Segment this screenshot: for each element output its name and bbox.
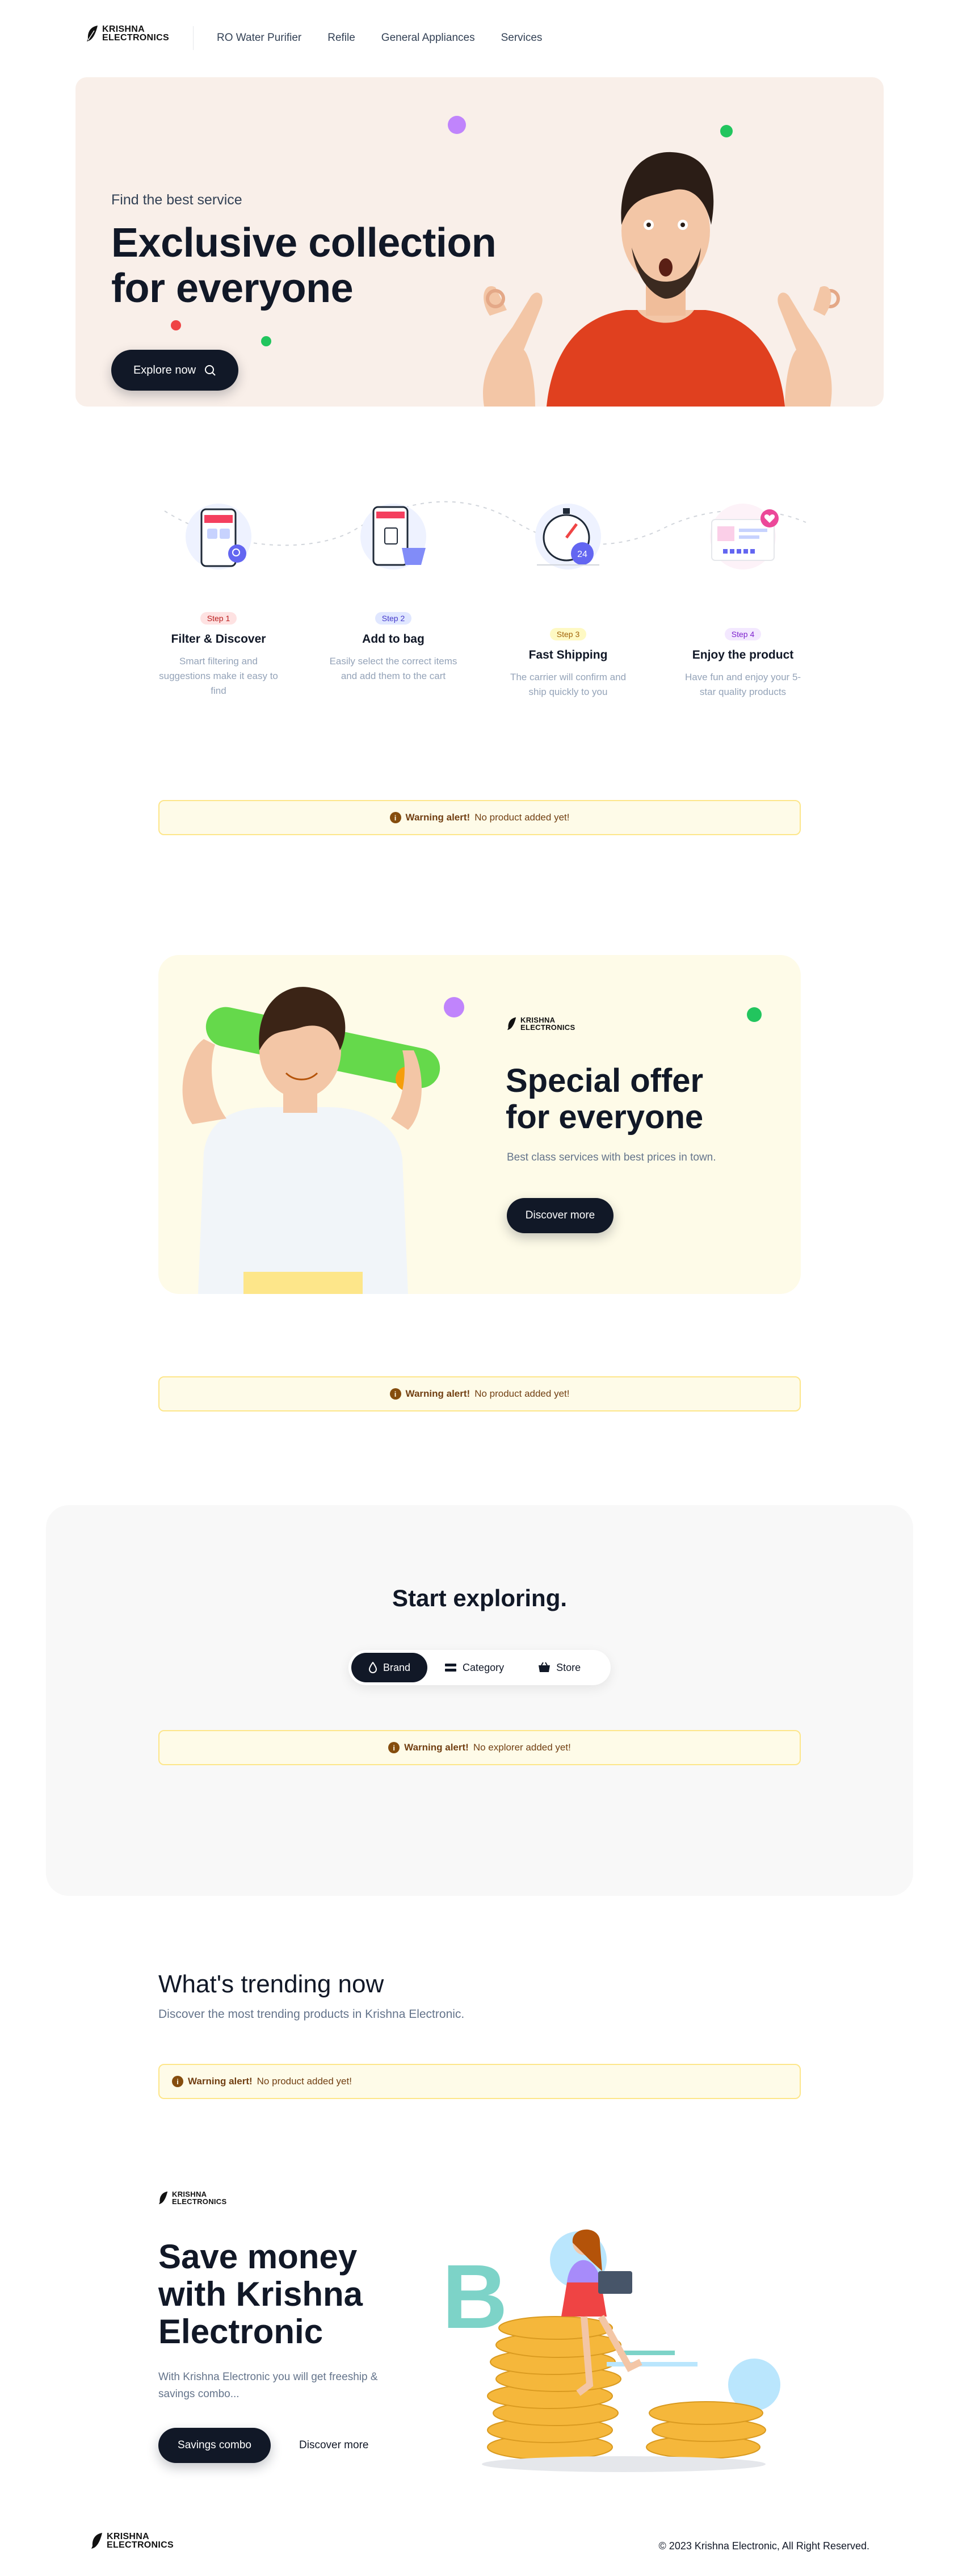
nav-services[interactable]: Services	[501, 32, 543, 44]
kid-skateboard-image	[182, 987, 440, 1294]
info-icon: i	[172, 2076, 183, 2087]
step-3: 24 Step 3 Fast Shipping The carrier will…	[503, 497, 633, 700]
step-4-title: Enjoy the product	[692, 648, 794, 661]
svg-text:24: 24	[577, 550, 587, 559]
explore-tabs: Brand Category Store	[348, 1650, 611, 1685]
header-divider	[193, 26, 194, 50]
decor-dot-red	[171, 320, 181, 330]
trending-subtitle: Discover the most trending products in K…	[158, 2008, 465, 2021]
info-icon: i	[389, 1388, 401, 1400]
step-4: Step 4 Enjoy the product Have fun and en…	[678, 497, 808, 700]
trending-title: What's trending now	[158, 1970, 384, 1998]
copyright: © 2023 Krishna Electronic, All Right Res…	[658, 2540, 869, 2552]
feather-logo-icon	[87, 26, 98, 41]
fast-shipping-illustration: 24	[535, 504, 601, 569]
step-1-badge: Step 1	[200, 612, 237, 625]
how-it-works: Step 1 Filter & Discover Smart filtering…	[0, 488, 958, 727]
tab-brand[interactable]: Brand	[351, 1653, 428, 1682]
step-1: Step 1 Filter & Discover Smart filtering…	[153, 497, 284, 698]
step-2-title: Add to bag	[362, 633, 425, 646]
store-icon	[539, 1662, 551, 1672]
trending-section: What's trending now Discover the most tr…	[158, 1970, 801, 2106]
site-header: KRISHNA ELECTRONICS RO Water Purifier Ref…	[0, 0, 958, 74]
category-icon	[445, 1664, 457, 1672]
add-to-bag-illustration	[360, 504, 426, 569]
warning-alert: i Warning alert! No product added yet!	[158, 1376, 801, 1411]
search-icon	[205, 365, 216, 376]
save-title: Save money with Krishna Electronic	[158, 2238, 363, 2351]
warning-alert-message: No product added yet!	[474, 1388, 570, 1399]
filter-discover-illustration	[186, 504, 251, 569]
hero-man-image	[483, 152, 840, 407]
brand-logo[interactable]: KRISHNA ELECTRONICS	[86, 24, 169, 43]
step-1-title: Filter & Discover	[171, 633, 266, 646]
info-icon: i	[389, 812, 401, 823]
save-logo: KRISHNA ELECTRONICS	[158, 2190, 226, 2205]
step-2: Step 2 Add to bag Easily select the corr…	[328, 497, 459, 684]
save-money-section: KRISHNA ELECTRONICS Save money with Krishn…	[158, 2186, 801, 2481]
hero-eyebrow: Find the best service	[111, 192, 242, 208]
step-3-badge: Step 3	[549, 628, 587, 640]
save-desc: With Krishna Electronic you will get fre…	[158, 2371, 378, 2400]
decor-dot-green	[747, 1007, 762, 1022]
discover-more-link[interactable]: Discover more	[299, 2439, 368, 2452]
special-offer-banner: KRISHNA ELECTRONICS Special offer for ever…	[158, 955, 801, 1294]
nav-ro-water-purifier[interactable]: RO Water Purifier	[217, 32, 301, 44]
discover-more-button[interactable]: Discover more	[507, 1198, 614, 1233]
warning-alert-label: Warning alert!	[405, 812, 470, 823]
explore-section: Start exploring. Brand Category Store i …	[46, 1505, 913, 1896]
tab-category[interactable]: Category	[427, 1653, 521, 1682]
coins-woman-illustration: B	[442, 2229, 780, 2472]
warning-alert: i Warning alert! No explorer added yet!	[158, 1730, 801, 1765]
main-nav: RO Water Purifier Refile General Applian…	[217, 32, 542, 44]
site-footer: KRISHNA ELECTRONICS © 2023 Krishna Electr…	[0, 2515, 958, 2576]
nav-refile[interactable]: Refile	[327, 32, 355, 44]
warning-alert-message: No product added yet!	[257, 2076, 352, 2087]
svg-text:B: B	[442, 2246, 508, 2347]
offer-logo: KRISHNA ELECTRONICS	[507, 1016, 575, 1031]
hero-banner: Find the best service Exclusive collecti…	[75, 77, 884, 407]
tab-store[interactable]: Store	[521, 1653, 598, 1682]
warning-alert-label: Warning alert!	[404, 1742, 469, 1753]
step-2-desc: Easily select the correct items and add …	[329, 656, 457, 681]
feather-logo-icon	[159, 2191, 168, 2205]
info-icon: i	[388, 1742, 400, 1753]
decor-dot-green-small	[261, 336, 271, 346]
footer-logo[interactable]: KRISHNA ELECTRONICS	[91, 2532, 174, 2550]
feather-logo-icon	[507, 1017, 516, 1031]
drop-icon	[368, 1662, 377, 1673]
explore-title: Start exploring.	[392, 1585, 568, 1611]
warning-alert-message: No product added yet!	[474, 812, 570, 823]
step-4-desc: Have fun and enjoy your 5-star quality p…	[684, 672, 801, 697]
explore-now-button[interactable]: Explore now	[111, 350, 238, 391]
warning-alert: i Warning alert! No product added yet!	[158, 800, 801, 835]
step-3-desc: The carrier will confirm and ship quickl…	[510, 672, 627, 697]
step-4-badge: Step 4	[724, 628, 762, 640]
warning-alert-message: No explorer added yet!	[473, 1742, 571, 1753]
offer-subtitle: Best class services with best prices in …	[507, 1151, 716, 1163]
step-1-desc: Smart filtering and suggestions make it …	[159, 656, 278, 696]
warning-alert: i Warning alert! No product added yet!	[158, 2064, 801, 2099]
enjoy-product-illustration	[710, 504, 779, 569]
step-2-badge: Step 2	[375, 612, 412, 625]
warning-alert-label: Warning alert!	[405, 1388, 470, 1399]
warning-alert-label: Warning alert!	[188, 2076, 253, 2087]
offer-title: Special offer for everyone	[506, 1062, 704, 1136]
nav-general-appliances[interactable]: General Appliances	[381, 32, 475, 44]
step-3-title: Fast Shipping	[528, 648, 608, 661]
savings-combo-button[interactable]: Savings combo	[158, 2428, 271, 2463]
feather-logo-icon	[91, 2533, 102, 2549]
logo-text: KRISHNA ELECTRONICS	[102, 24, 169, 43]
